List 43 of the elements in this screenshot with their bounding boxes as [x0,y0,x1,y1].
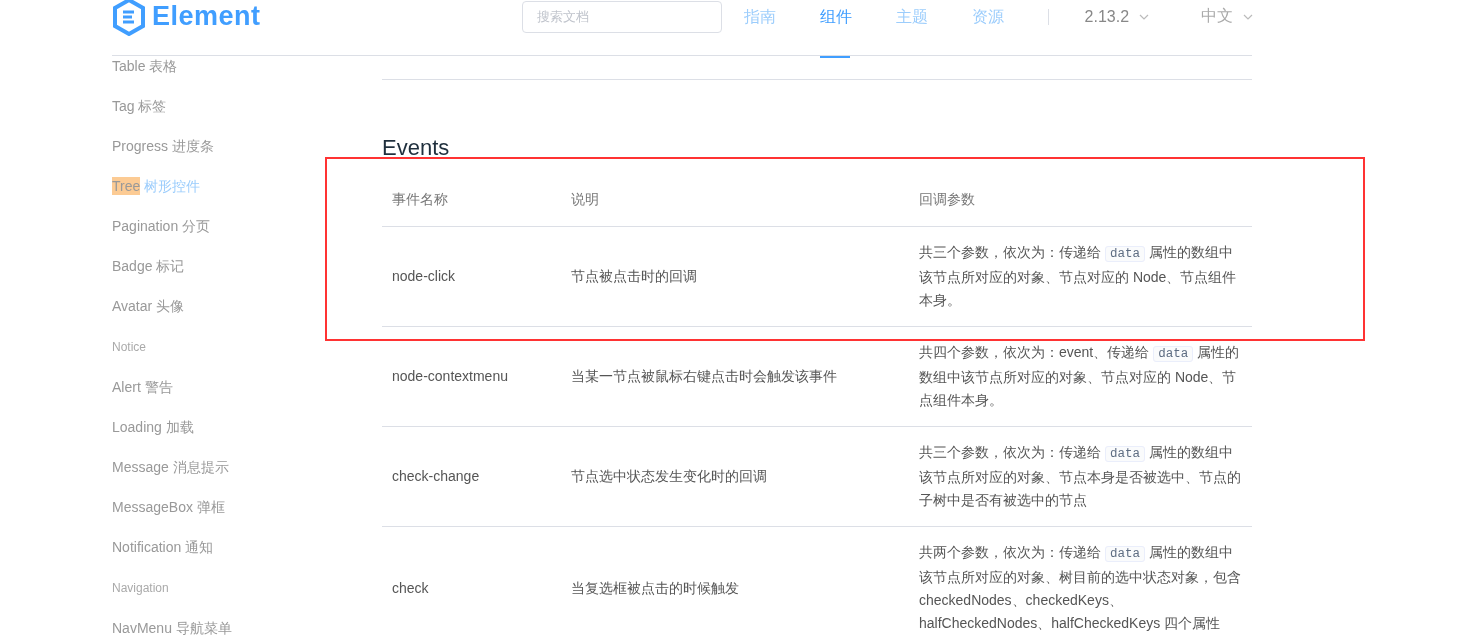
event-description: 节点选中状态发生变化时的回调 [571,467,767,486]
sidebar-item[interactable]: Message 消息提示 [112,458,229,477]
sidebar-item[interactable]: Avatar 头像 [112,297,185,316]
chevron-down-icon [1139,13,1150,20]
callback-params: 共三个参数，依次为：传递给 data 属性的数组中该节点所对应的对象、节点本身是否被选中、节点的子树中是否有被选中的节点 [919,443,1242,510]
nav-tab[interactable]: 组件 [819,0,896,56]
sidebar-item[interactable]: Notification 通知 [112,538,214,557]
sidebar-item[interactable]: Tag 标签 [112,97,167,116]
callback-params: 共两个参数，依次为：传递给 data 属性的数组中该节点所对应的对象、树目前的选中状态对象，包含 checkedNodes、checkedKeys、halfCheckedNodes、halfCheckedKeys 四个属性 [919,543,1242,633]
column-header: 事件名称 [392,191,448,209]
logo-text: Element [152,1,261,32]
event-description: 当复选框被点击的时候触发 [571,578,739,598]
sidebar-item[interactable]: Table 表格 [112,57,178,76]
sidebar-item[interactable]: 树形控件 [144,177,201,196]
event-name: node-click [392,267,456,286]
callback-params: 共四个参数，依次为：event、传递给 data 属性的数组中该节点所对应的对象、节点对应的 Node、节点组件本身。 [919,343,1241,410]
sidebar-item[interactable]: Pagination 分页 [112,217,211,236]
nav-tab[interactable]: 指南 [743,0,820,56]
column-header: 说明 [571,191,599,209]
sidebar-item[interactable]: Alert 警告 [112,378,173,397]
event-name: check [392,578,429,598]
sidebar-item[interactable]: Progress 进度条 [112,137,214,156]
sidebar-item[interactable]: Loading 加载 [112,418,194,437]
event-name: check-change [392,467,480,486]
event-description: 当某一节点被鼠标右键点击时会触发该事件 [571,367,837,386]
hexagon-logo-icon [112,0,146,36]
section-heading: Events [382,134,451,162]
sidebar-group-label: Notice [112,338,146,356]
callback-params: 共三个参数，依次为：传递给 data 属性的数组中该节点所对应的对象、节点对应的 Node、节点组件本身。 [919,243,1238,310]
event-description: 节点被点击时的回调 [571,267,697,286]
search-match-highlight: Tree [112,177,141,196]
version-dropdown[interactable]: 2.13.2 [1084,7,1150,26]
column-header: 回调参数 [919,191,975,209]
search-field[interactable]: 搜索文档 [521,0,722,33]
event-name: node-contextmenu [392,367,508,386]
language-dropdown[interactable]: 中文 [1201,6,1254,27]
sidebar-item[interactable]: Badge 标记 [112,257,185,276]
nav-tab[interactable]: 主题 [895,0,972,56]
sidebar-item[interactable]: MessageBox 弹框 [112,498,225,517]
nav-tab[interactable]: 资源 [971,0,1048,56]
chevron-down-icon [1243,13,1254,20]
sidebar-group-label: Navigation [112,579,169,597]
sidebar-item[interactable]: NavMenu 导航菜单 [112,619,232,635]
